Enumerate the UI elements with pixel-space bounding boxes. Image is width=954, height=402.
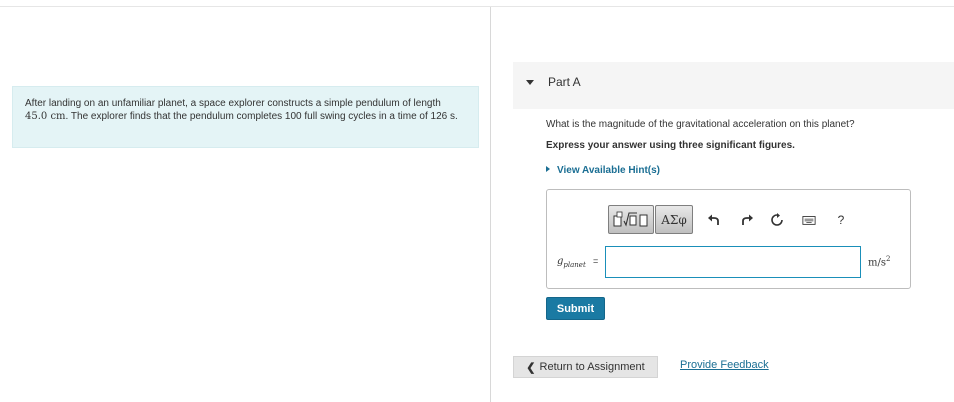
caret-right-icon <box>546 166 550 172</box>
variable-subscript: planet <box>563 261 586 269</box>
answer-input[interactable] <box>605 246 861 278</box>
provide-feedback-link[interactable]: Provide Feedback <box>680 359 769 371</box>
chevron-left-icon: ❮ <box>526 361 536 374</box>
problem-text-2: . The explorer finds that the pendulum c… <box>65 111 431 122</box>
view-hints-link[interactable]: View Available Hint(s) <box>546 165 660 176</box>
templates-icon <box>613 211 648 227</box>
problem-statement: After landing on an unfamiliar planet, a… <box>12 86 479 148</box>
submit-button[interactable]: Submit <box>546 297 605 320</box>
greek-symbols-button[interactable]: ΑΣφ <box>655 205 693 234</box>
unit-exponent: 2 <box>885 255 891 263</box>
hint-label: View Available Hint(s) <box>557 165 660 176</box>
undo-icon[interactable] <box>707 213 721 227</box>
help-icon[interactable]: ? <box>834 213 848 227</box>
caret-down-icon[interactable] <box>526 80 534 85</box>
templates-button[interactable] <box>608 205 654 234</box>
variable-label: gplanet <box>557 256 586 269</box>
redo-icon[interactable] <box>740 213 754 227</box>
column-divider <box>490 7 491 402</box>
problem-text-3: . <box>455 111 458 122</box>
answer-panel: ΑΣφ ? gplanet = m/s2 <box>546 189 911 289</box>
instruction-text: Express your answer using three signific… <box>546 140 795 151</box>
problem-text-1: After landing on an unfamiliar planet, a… <box>25 98 441 109</box>
part-header[interactable]: Part A <box>513 62 954 109</box>
part-title: Part A <box>548 75 581 89</box>
unit-label: m/s2 <box>868 255 890 268</box>
question-text: What is the magnitude of the gravitation… <box>546 119 855 130</box>
return-to-assignment-button[interactable]: ❮ Return to Assignment <box>513 356 658 378</box>
reset-icon[interactable] <box>770 213 784 227</box>
keyboard-icon[interactable] <box>802 213 816 227</box>
unit-base: m/s <box>868 257 886 269</box>
equals-sign: = <box>593 256 599 266</box>
problem-length-value: 45.0 cm <box>25 111 66 122</box>
problem-time-value: 126 s <box>430 111 456 122</box>
return-label: Return to Assignment <box>539 361 645 373</box>
top-rule <box>0 6 954 7</box>
